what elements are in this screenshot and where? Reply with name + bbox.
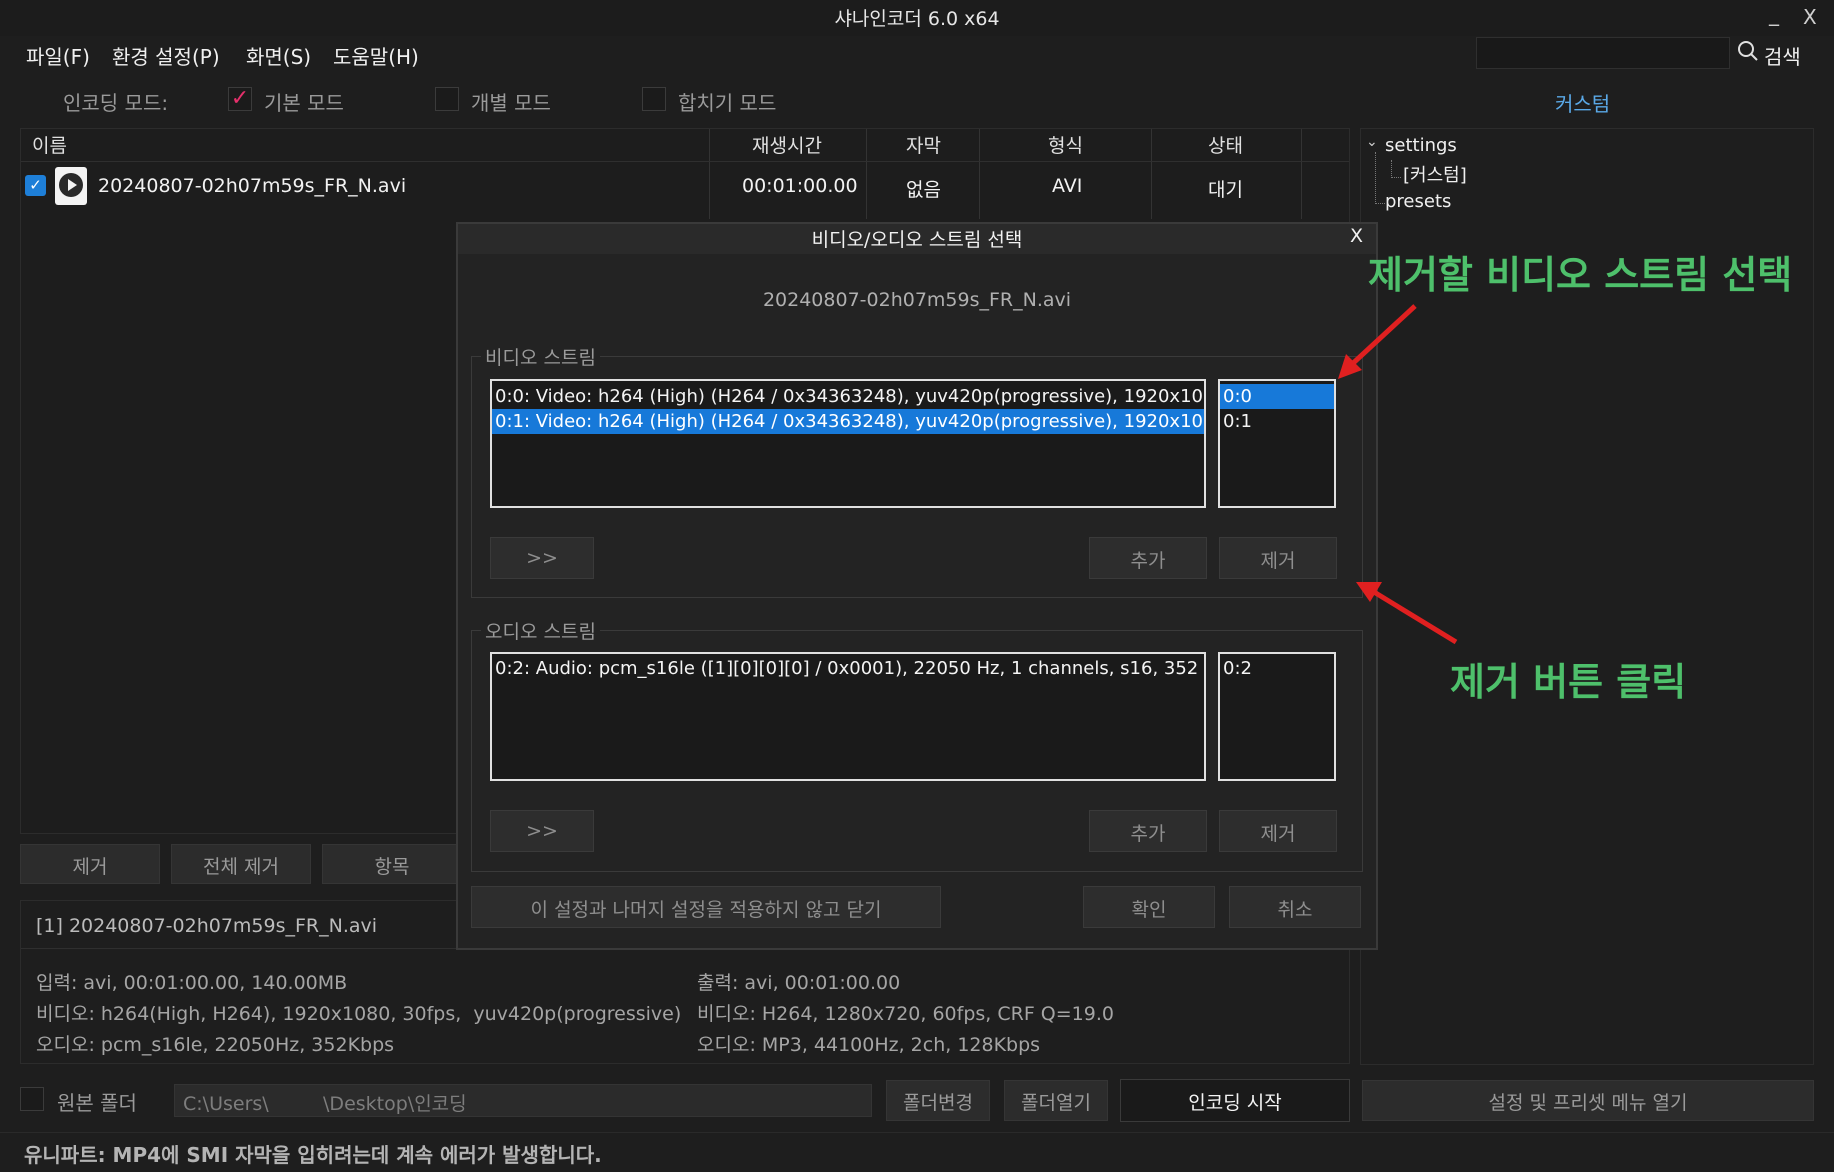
start-encoding-button[interactable]: 인코딩 시작 — [1120, 1079, 1350, 1122]
basic-mode-checkbox[interactable]: ✓ — [228, 87, 252, 111]
menu-preferences[interactable]: 환경 설정(P) — [112, 41, 220, 70]
chevron-down-icon[interactable]: ⌄ — [1366, 134, 1378, 150]
column-divider — [709, 129, 710, 219]
arrow-icon — [1338, 304, 1417, 379]
audio-id-item[interactable]: 0:2 — [1220, 656, 1334, 681]
duration-cell: 00:01:00.00 — [742, 175, 858, 197]
audio-add-button[interactable]: 추가 — [1089, 810, 1207, 852]
close-button[interactable]: X — [1803, 5, 1817, 29]
search-input[interactable] — [1476, 37, 1730, 69]
output-path-field[interactable]: C:\Users\ \Desktop\인코딩 — [174, 1084, 872, 1117]
status-message[interactable]: 유니파트: MP4에 SMI 자막을 입히려는데 계속 에러가 발생합니다. — [24, 1139, 602, 1168]
tree-connector — [1391, 177, 1401, 178]
input-summary: 입력: avi, 00:01:00.00, 140.00MB — [36, 972, 348, 994]
column-format[interactable]: 형식 — [1048, 131, 1083, 158]
column-duration[interactable]: 재생시간 — [752, 131, 822, 158]
file-name-cell[interactable]: 20240807-02h07m59s_FR_N.avi — [98, 175, 406, 197]
custom-preset-label[interactable]: 커스텀 — [1555, 88, 1610, 117]
input-video-info: 비디오: h264(High, H264), 1920x1080, 30fps,… — [36, 1003, 682, 1025]
video-stream-list[interactable]: 0:0: Video: h264 (High) (H264 / 0x343632… — [490, 379, 1206, 508]
change-folder-button[interactable]: 폴더변경 — [886, 1080, 990, 1121]
video-stream-item[interactable]: 0:0: Video: h264 (High) (H264 / 0x343632… — [492, 384, 1204, 409]
items-button[interactable]: 항목 — [322, 844, 462, 884]
output-video-info: 비디오: H264, 1280x720, 60fps, CRF Q=19.0 — [697, 1003, 1114, 1025]
dialog-close-button[interactable]: X — [1350, 225, 1363, 247]
dialog-filename: 20240807-02h07m59s_FR_N.avi — [762, 289, 1072, 311]
search-label[interactable]: 검색 — [1764, 41, 1801, 70]
open-folder-button[interactable]: 폴더열기 — [1004, 1080, 1108, 1121]
encoding-mode-label: 인코딩 모드: — [63, 91, 169, 115]
column-subtitle[interactable]: 자막 — [906, 131, 941, 158]
video-remove-button[interactable]: 제거 — [1219, 537, 1337, 579]
annotation-click-remove: 제거 버튼 클릭 — [1450, 660, 1687, 704]
audio-stream-label: 오디오 스트림 — [481, 617, 600, 644]
tree-connector — [1375, 152, 1376, 204]
basic-mode-label[interactable]: 기본 모드 — [264, 87, 344, 116]
output-audio-info: 오디오: MP3, 44100Hz, 2ch, 128Kbps — [697, 1034, 1041, 1056]
header-divider — [21, 161, 1349, 162]
info-file-path: [1] 20240807-02h07m59s_FR_N.avi — [36, 915, 378, 937]
video-stream-item-selected[interactable]: 0:1: Video: h264 (High) (H264 / 0x343632… — [492, 409, 1204, 434]
source-folder-label[interactable]: 원본 폴더 — [57, 1087, 137, 1116]
audio-stream-id-list[interactable]: 0:2 — [1218, 652, 1336, 781]
search-icon[interactable] — [1737, 40, 1759, 62]
window-title: 샤나인코더 6.0 x64 — [834, 8, 1000, 30]
audio-remove-button[interactable]: 제거 — [1219, 810, 1337, 852]
tree-connector — [1391, 160, 1392, 178]
ok-button[interactable]: 확인 — [1083, 886, 1215, 928]
play-icon — [59, 173, 83, 197]
tree-custom[interactable]: [커스텀] — [1403, 161, 1467, 187]
tree-presets[interactable]: presets — [1385, 191, 1451, 212]
column-divider — [866, 129, 867, 219]
audio-stream-item[interactable]: 0:2: Audio: pcm_s16le ([1][0][0][0] / 0x… — [492, 656, 1204, 681]
column-divider — [1151, 129, 1152, 219]
format-cell: AVI — [1052, 175, 1083, 197]
individual-mode-checkbox[interactable] — [435, 87, 459, 111]
video-id-item[interactable]: 0:1 — [1220, 409, 1334, 434]
input-audio-info: 오디오: pcm_s16le, 22050Hz, 352Kbps — [36, 1034, 395, 1056]
source-folder-checkbox[interactable] — [20, 1087, 44, 1111]
column-divider — [1301, 129, 1302, 219]
cancel-button[interactable]: 취소 — [1229, 886, 1361, 928]
video-add-button[interactable]: 추가 — [1089, 537, 1207, 579]
video-id-item-selected[interactable]: 0:0 — [1220, 384, 1334, 409]
close-without-apply-button[interactable]: 이 설정과 나머지 설정을 적용하지 않고 닫기 — [471, 886, 941, 928]
video-move-button[interactable]: >> — [490, 537, 594, 579]
menu-view[interactable]: 화면(S) — [246, 41, 311, 70]
column-name[interactable]: 이름 — [32, 131, 67, 158]
open-settings-menu-button[interactable]: 설정 및 프리셋 메뉴 열기 — [1362, 1080, 1814, 1121]
output-summary: 출력: avi, 00:01:00.00 — [697, 972, 901, 994]
status-cell: 대기 — [1208, 179, 1243, 201]
remove-button[interactable]: 제거 — [20, 844, 160, 884]
tree-settings[interactable]: settings — [1385, 135, 1457, 156]
menu-help[interactable]: 도움말(H) — [333, 41, 419, 70]
annotation-select-video: 제거할 비디오 스트림 선택 — [1368, 253, 1793, 297]
arrow-icon — [1356, 582, 1458, 645]
column-status[interactable]: 상태 — [1208, 131, 1243, 158]
subtitle-cell: 없음 — [906, 179, 941, 201]
audio-move-button[interactable]: >> — [490, 810, 594, 852]
video-stream-label: 비디오 스트림 — [481, 343, 600, 370]
remove-all-button[interactable]: 전체 제거 — [171, 844, 311, 884]
minimize-button[interactable]: _ — [1769, 2, 1779, 26]
video-stream-id-list[interactable]: 0:0 0:1 — [1218, 379, 1336, 508]
menu-file[interactable]: 파일(F) — [26, 41, 90, 70]
tree-connector — [1375, 203, 1385, 204]
audio-stream-list[interactable]: 0:2: Audio: pcm_s16le ([1][0][0][0] / 0x… — [490, 652, 1206, 781]
row-checkbox[interactable]: ✓ — [25, 175, 46, 196]
individual-mode-label[interactable]: 개별 모드 — [471, 87, 551, 116]
column-divider — [979, 129, 980, 219]
merge-mode-checkbox[interactable] — [642, 87, 666, 111]
dialog-title: 비디오/오디오 스트림 선택 — [458, 224, 1376, 254]
merge-mode-label[interactable]: 합치기 모드 — [678, 87, 776, 116]
